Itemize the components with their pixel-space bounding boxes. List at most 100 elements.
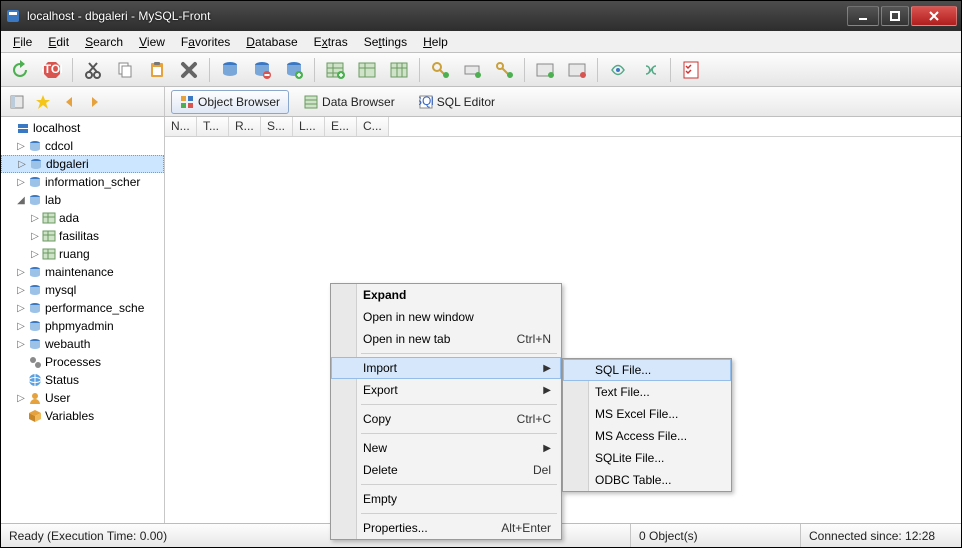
open-database-button[interactable]: [279, 56, 309, 84]
new-database-button[interactable]: [215, 56, 245, 84]
submenu-arrow-icon: ▶: [543, 443, 551, 454]
data-browser-icon: [304, 95, 318, 109]
database-icon: [27, 336, 43, 352]
tree-status[interactable]: Status: [1, 371, 164, 389]
status-connected: Connected since: 12:28: [801, 524, 961, 547]
new-table-button[interactable]: [320, 56, 350, 84]
tree-processes[interactable]: Processes: [1, 353, 164, 371]
tree-db-mysql[interactable]: ▷ mysql: [1, 281, 164, 299]
database-icon: [27, 318, 43, 334]
menu-help[interactable]: Help: [415, 33, 456, 51]
cut-button[interactable]: [78, 56, 108, 84]
ctx-expand[interactable]: Expand: [331, 284, 561, 306]
tree-db-information-schema[interactable]: ▷ information_scher: [1, 173, 164, 191]
run-selection-button[interactable]: [635, 56, 665, 84]
column-header[interactable]: N...: [165, 117, 197, 136]
database-icon: [27, 192, 43, 208]
ctx-open-new-tab[interactable]: Open in new tabCtrl+N: [331, 328, 561, 350]
tab-data-browser[interactable]: Data Browser: [295, 90, 404, 114]
menu-edit[interactable]: Edit: [40, 33, 77, 51]
drop-database-button[interactable]: [247, 56, 277, 84]
delete-button[interactable]: [174, 56, 204, 84]
maximize-button[interactable]: [881, 6, 909, 26]
stop-button[interactable]: STOP: [37, 56, 67, 84]
tree-db-lab[interactable]: ◢ lab: [1, 191, 164, 209]
ctx-properties[interactable]: Properties...Alt+Enter: [331, 517, 561, 539]
database-icon: [27, 300, 43, 316]
ctx-new[interactable]: New▶: [331, 437, 561, 459]
nav-back-button[interactable]: [57, 90, 81, 114]
tree-db-phpmyadmin[interactable]: ▷ phpmyadmin: [1, 317, 164, 335]
ctx-import-excel[interactable]: MS Excel File...: [563, 403, 731, 425]
menu-search[interactable]: Search: [77, 33, 131, 51]
columns-header: N... T... R... S... L... E... C...: [165, 117, 961, 137]
edit-table-button[interactable]: [352, 56, 382, 84]
column-header[interactable]: C...: [357, 117, 389, 136]
tree-db-webauth[interactable]: ▷ webauth: [1, 335, 164, 353]
submenu-arrow-icon: ▶: [543, 385, 551, 396]
tab-object-browser[interactable]: Object Browser: [171, 90, 289, 114]
tree-db-dbgaleri[interactable]: ▷ dbgaleri: [1, 155, 164, 173]
tree-db-performance-schema[interactable]: ▷ performance_sche: [1, 299, 164, 317]
ctx-import-text[interactable]: Text File...: [563, 381, 731, 403]
table-icon: [41, 210, 57, 226]
ctx-import-sqlite[interactable]: SQLite File...: [563, 447, 731, 469]
new-foreign-key-button[interactable]: [489, 56, 519, 84]
content-area: N... T... R... S... L... E... C... Expan…: [165, 117, 961, 523]
nav-forward-button[interactable]: [83, 90, 107, 114]
ctx-copy[interactable]: CopyCtrl+C: [331, 408, 561, 430]
close-button[interactable]: [911, 6, 957, 26]
column-header[interactable]: T...: [197, 117, 229, 136]
new-field-button[interactable]: [457, 56, 487, 84]
column-header[interactable]: R...: [229, 117, 261, 136]
menu-extras[interactable]: Extras: [306, 33, 356, 51]
ctx-open-new-window[interactable]: Open in new window: [331, 306, 561, 328]
insert-record-button[interactable]: [530, 56, 560, 84]
refresh-button[interactable]: [5, 56, 35, 84]
tree-table-fasilitas[interactable]: ▷ fasilitas: [1, 227, 164, 245]
database-icon: [27, 264, 43, 280]
ctx-export[interactable]: Export▶: [331, 379, 561, 401]
import-submenu: SQL File... Text File... MS Excel File..…: [562, 358, 732, 492]
favorite-button[interactable]: [31, 90, 55, 114]
tree-db-maintenance[interactable]: ▷ maintenance: [1, 263, 164, 281]
database-icon: [27, 174, 43, 190]
checklist-button[interactable]: [676, 56, 706, 84]
run-button[interactable]: [603, 56, 633, 84]
paste-button[interactable]: [142, 56, 172, 84]
menu-settings[interactable]: Settings: [356, 33, 415, 51]
tree-variables[interactable]: Variables: [1, 407, 164, 425]
new-key-button[interactable]: [425, 56, 455, 84]
tree-root[interactable]: localhost: [1, 119, 164, 137]
ctx-empty[interactable]: Empty: [331, 488, 561, 510]
column-header[interactable]: L...: [293, 117, 325, 136]
column-header[interactable]: S...: [261, 117, 293, 136]
ctx-delete[interactable]: DeleteDel: [331, 459, 561, 481]
sql-editor-icon: SQL: [419, 95, 433, 109]
copy-button[interactable]: [110, 56, 140, 84]
ctx-import-sql[interactable]: SQL File...: [563, 359, 731, 381]
tab-sql-editor[interactable]: SQL SQL Editor: [410, 90, 504, 114]
table-props-button[interactable]: [384, 56, 414, 84]
ctx-import-access[interactable]: MS Access File...: [563, 425, 731, 447]
tree-db-cdcol[interactable]: ▷ cdcol: [1, 137, 164, 155]
column-header[interactable]: E...: [325, 117, 357, 136]
tree-table-ada[interactable]: ▷ ada: [1, 209, 164, 227]
delete-record-button[interactable]: [562, 56, 592, 84]
svg-text:SQL: SQL: [419, 95, 433, 108]
database-tree: localhost ▷ cdcol ▷ dbgaleri ▷ informati…: [1, 117, 165, 523]
table-icon: [41, 228, 57, 244]
minimize-button[interactable]: [847, 6, 879, 26]
ctx-import-odbc[interactable]: ODBC Table...: [563, 469, 731, 491]
tree-table-ruang[interactable]: ▷ ruang: [1, 245, 164, 263]
object-browser-icon: [180, 95, 194, 109]
tree-user[interactable]: ▷ User: [1, 389, 164, 407]
menu-database[interactable]: Database: [238, 33, 305, 51]
menu-favorites[interactable]: Favorites: [173, 33, 238, 51]
explorer-button[interactable]: [5, 90, 29, 114]
menu-view[interactable]: View: [131, 33, 173, 51]
ctx-import[interactable]: Import▶: [331, 357, 561, 379]
menu-file[interactable]: File: [5, 33, 40, 51]
database-icon: [28, 156, 44, 172]
server-icon: [15, 120, 31, 136]
